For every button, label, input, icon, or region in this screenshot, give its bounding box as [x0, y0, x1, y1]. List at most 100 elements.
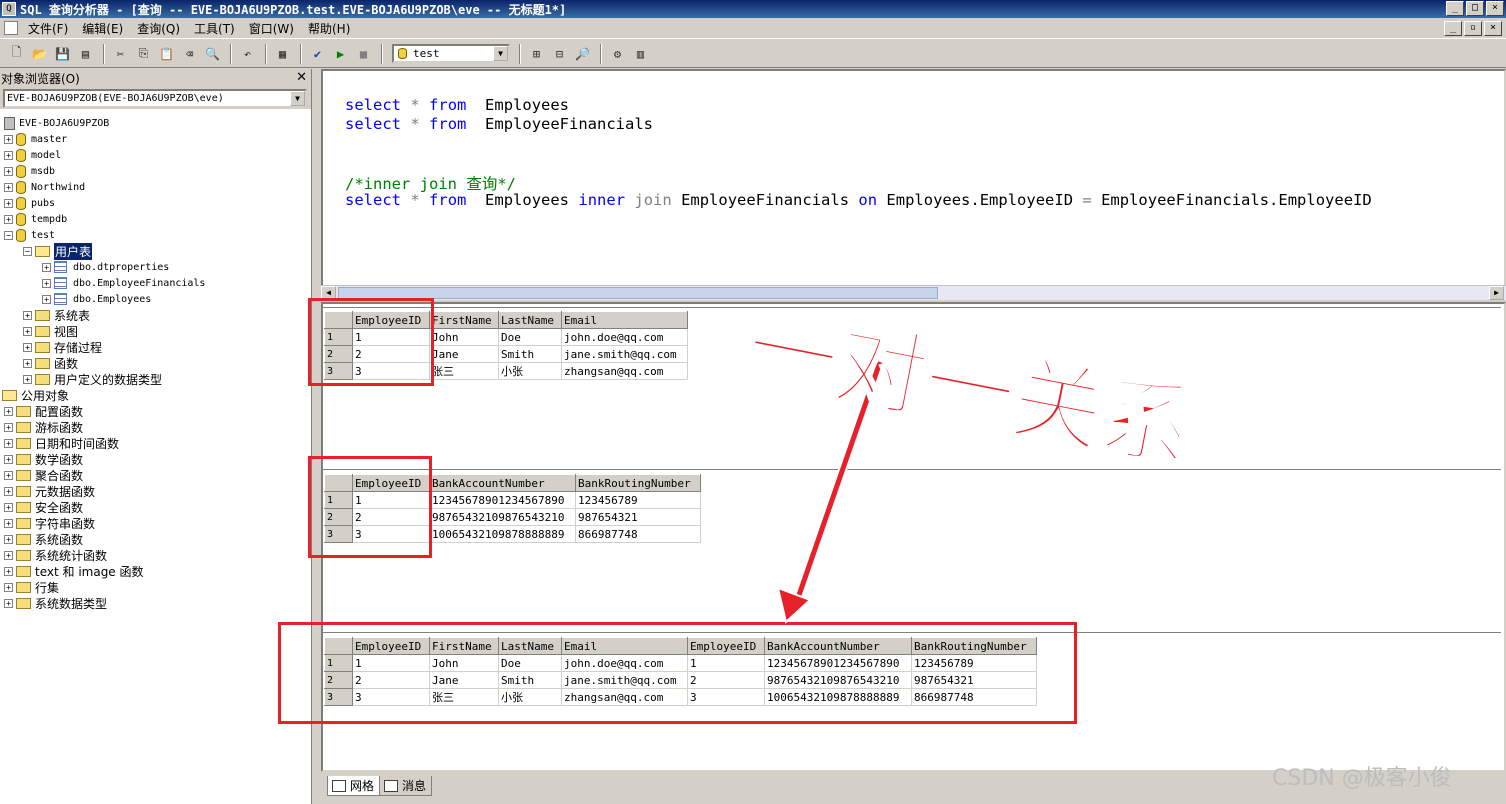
mdi-restore-button[interactable]: ▫ — [1464, 20, 1482, 36]
tree-config-functions[interactable]: + 配置函数 — [4, 403, 83, 419]
table-cell[interactable]: 12345678901234567890 — [429, 491, 576, 509]
execution-plan-icon[interactable]: ⊞ — [526, 43, 547, 64]
object-browser-icon[interactable]: ⊟ — [549, 43, 570, 64]
tree-string-functions[interactable]: + 字符串函数 — [4, 515, 95, 531]
object-search-icon[interactable]: 🔎 — [572, 43, 593, 64]
expand-icon[interactable]: + — [4, 566, 13, 576]
expand-icon[interactable]: + — [42, 294, 51, 304]
table-cell[interactable]: 123456789 — [575, 491, 701, 509]
expand-icon[interactable]: + — [23, 310, 32, 320]
expand-icon[interactable]: + — [4, 166, 13, 176]
table-cell[interactable]: 866987748 — [575, 525, 701, 543]
cut-icon[interactable]: ✂ — [110, 43, 131, 64]
tab-messages[interactable]: 消息 — [379, 776, 433, 796]
expand-icon[interactable]: + — [4, 406, 13, 416]
find-icon[interactable]: 🔍 — [202, 43, 223, 64]
table-cell[interactable]: Smith — [498, 345, 562, 363]
parse-check-icon[interactable]: ✔ — [307, 43, 328, 64]
table-cell[interactable]: zhangsan@qq.com — [561, 362, 688, 380]
table-cell[interactable]: john.doe@qq.com — [561, 328, 688, 346]
close-icon[interactable]: ✕ — [296, 70, 307, 85]
tree-views[interactable]: + 视图 — [23, 323, 78, 339]
mdi-minimize-button[interactable]: _ — [1444, 20, 1462, 36]
document-icon[interactable] — [4, 21, 18, 35]
expand-icon[interactable]: + — [23, 342, 32, 352]
tree-db-msdb[interactable]: + msdb — [4, 163, 55, 179]
tree-text-image-functions[interactable]: + text 和 image 函数 — [4, 563, 144, 579]
insert-template-icon[interactable]: ▤ — [75, 43, 96, 64]
expand-icon[interactable]: + — [4, 214, 13, 224]
tree-user-tables[interactable]: − 用户表 — [23, 242, 93, 260]
clear-icon[interactable]: ⌫ — [179, 43, 200, 64]
save-icon[interactable]: 💾 — [52, 43, 73, 64]
menu-window[interactable]: 窗口(W) — [243, 20, 302, 37]
minimize-button[interactable]: _ — [1446, 1, 1464, 16]
expand-icon[interactable]: + — [4, 150, 13, 160]
tree-db-tempdb[interactable]: + tempdb — [4, 211, 67, 227]
execute-icon[interactable]: ▶ — [330, 43, 351, 64]
tree-security-functions[interactable]: + 安全函数 — [4, 499, 83, 515]
table-cell[interactable]: 987654321 — [575, 508, 701, 526]
tree-user-data-types[interactable]: + 用户定义的数据类型 — [23, 371, 162, 387]
tree-db-test[interactable]: − test — [4, 227, 55, 243]
tree-db-model[interactable]: + model — [4, 147, 61, 163]
column-header[interactable]: BankAccountNumber — [429, 474, 576, 492]
expand-icon[interactable]: + — [4, 438, 13, 448]
table-cell[interactable]: 10065432109878888889 — [429, 525, 576, 543]
tree-system-data-types[interactable]: + 系统数据类型 — [4, 595, 107, 611]
menu-file[interactable]: 文件(F) — [22, 20, 76, 37]
chevron-down-icon[interactable]: ▼ — [493, 46, 508, 61]
table-cell[interactable]: John — [429, 328, 499, 346]
expand-icon[interactable]: + — [4, 486, 13, 496]
tree-metadata-functions[interactable]: + 元数据函数 — [4, 483, 95, 499]
column-header[interactable]: Email — [561, 311, 688, 329]
tree-rowsets[interactable]: + 行集 — [4, 579, 59, 595]
tree-math-functions[interactable]: + 数学函数 — [4, 451, 83, 467]
tree-functions[interactable]: + 函数 — [23, 355, 78, 371]
tree-system-tables[interactable]: + 系统表 — [23, 307, 90, 323]
expand-icon[interactable]: + — [4, 198, 13, 208]
expand-icon[interactable]: + — [4, 470, 13, 480]
tree-db-pubs[interactable]: + pubs — [4, 195, 55, 211]
tree-table-employees[interactable]: + dbo.Employees — [42, 291, 151, 307]
tree-table-employeefinancials[interactable]: + dbo.EmployeeFinancials — [42, 275, 205, 291]
tree-stored-procedures[interactable]: + 存储过程 — [23, 339, 102, 355]
tree-db-master[interactable]: + master — [4, 131, 67, 147]
expand-icon[interactable]: + — [4, 134, 13, 144]
tree-table-dtproperties[interactable]: + dbo.dtproperties — [42, 259, 169, 275]
current-connection-icon[interactable]: ⚙ — [607, 43, 628, 64]
stop-icon[interactable]: ■ — [353, 43, 374, 64]
menu-tools[interactable]: 工具(T) — [188, 20, 243, 37]
undo-icon[interactable]: ↶ — [237, 43, 258, 64]
expand-icon[interactable]: + — [42, 262, 51, 272]
table-cell[interactable]: 98765432109876543210 — [429, 508, 576, 526]
paste-icon[interactable]: 📋 — [156, 43, 177, 64]
collapse-icon[interactable]: − — [23, 246, 32, 256]
menu-query[interactable]: 查询(Q) — [131, 20, 188, 37]
maximize-button[interactable]: □ — [1466, 1, 1484, 16]
expand-icon[interactable]: + — [23, 326, 32, 336]
table-cell[interactable]: 张三 — [429, 362, 499, 380]
tab-grid[interactable]: 网格 — [327, 776, 381, 796]
table-cell[interactable]: jane.smith@qq.com — [561, 345, 688, 363]
new-query-icon[interactable]: 🗋 — [6, 43, 27, 64]
results-mode-icon[interactable]: ▦ — [272, 43, 293, 64]
tree-common-objects[interactable]: 公用对象 — [2, 387, 69, 403]
tree-db-northwind[interactable]: + Northwind — [4, 179, 85, 195]
sql-editor[interactable]: select * from Employees select * from Em… — [321, 69, 1506, 298]
tree-server[interactable]: EVE-BOJA6U9PZOB — [4, 115, 109, 131]
results-pane-icon[interactable]: ▥ — [630, 43, 651, 64]
close-window-button[interactable]: × — [1486, 1, 1504, 16]
expand-icon[interactable]: + — [4, 518, 13, 528]
database-select[interactable]: test ▼ — [392, 44, 510, 63]
expand-icon[interactable]: + — [23, 358, 32, 368]
expand-icon[interactable]: + — [4, 598, 13, 608]
column-header[interactable]: BankRoutingNumber — [575, 474, 701, 492]
menu-help[interactable]: 帮助(H) — [302, 20, 358, 37]
collapse-icon[interactable]: − — [4, 230, 13, 240]
table-cell[interactable]: 小张 — [498, 362, 562, 380]
editor-horizontal-scrollbar[interactable]: ◀ ▶ — [321, 285, 1506, 300]
copy-icon[interactable]: ⎘ — [133, 43, 154, 64]
table-cell[interactable]: Jane — [429, 345, 499, 363]
column-header[interactable]: LastName — [498, 311, 562, 329]
